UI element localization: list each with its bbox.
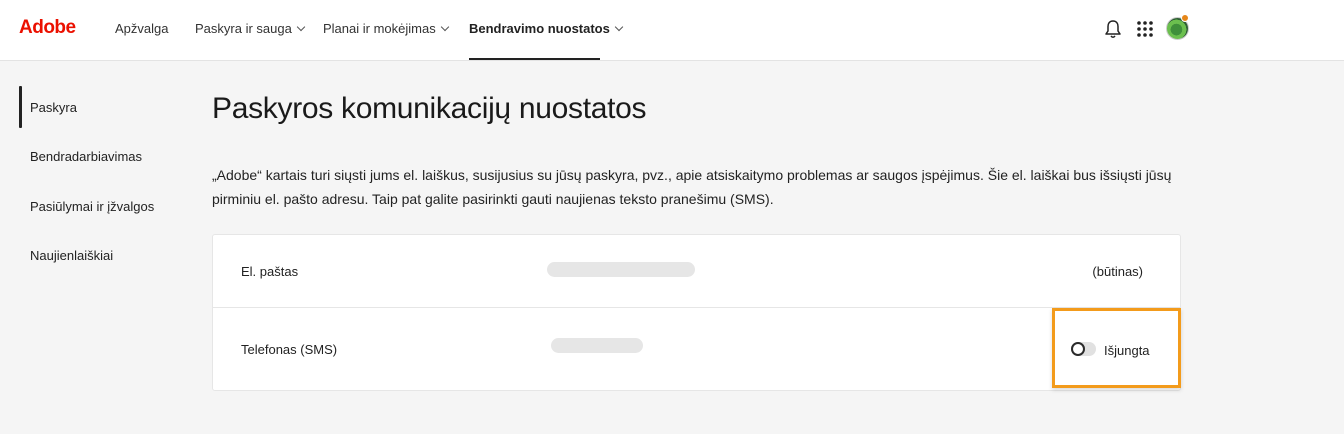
top-navigation: Adobe Apžvalga Paskyra ir sauga Planai i… bbox=[0, 0, 1344, 61]
nav-item-label: Paskyra ir sauga bbox=[195, 21, 292, 36]
page-description: „Adobe“ kartais turi siųsti jums el. lai… bbox=[212, 167, 1172, 207]
apps-grid-icon[interactable] bbox=[1137, 21, 1153, 37]
page-title: Paskyros komunikacijų nuostatos bbox=[212, 92, 647, 125]
email-required-label: (būtinas) bbox=[1092, 264, 1143, 279]
notification-dot bbox=[1181, 14, 1189, 22]
adobe-logo[interactable]: Adobe bbox=[19, 17, 76, 39]
chevron-down-icon bbox=[440, 22, 449, 32]
chevron-down-icon bbox=[296, 22, 306, 32]
nav-item-communication-preferences[interactable]: Bendravimo nuostatos bbox=[469, 21, 624, 61]
nav-item-label: Apžvalga bbox=[115, 21, 169, 36]
chevron-down-icon bbox=[614, 22, 624, 32]
active-nav-underline bbox=[469, 58, 600, 60]
nav-item-account-security[interactable]: Paskyra ir sauga bbox=[195, 21, 306, 61]
preferences-card: El. paštas (būtinas) Telefonas (SMS) Išj… bbox=[212, 234, 1181, 391]
nav-item-overview[interactable]: Apžvalga bbox=[115, 21, 168, 61]
nav-item-plans-payment[interactable]: Planai ir mokėjimas bbox=[323, 21, 449, 61]
email-row-label: El. paštas bbox=[241, 264, 299, 279]
highlight-box bbox=[1052, 308, 1181, 388]
row-divider bbox=[213, 307, 1180, 308]
sidebar-item-newsletters[interactable]: Naujienlaiškiai bbox=[30, 248, 113, 263]
nav-item-label: Bendravimo nuostatos bbox=[469, 21, 610, 36]
phone-value-placeholder bbox=[551, 338, 643, 353]
sidebar-item-account[interactable]: Paskyra bbox=[30, 100, 77, 115]
email-value-placeholder bbox=[547, 262, 695, 277]
phone-row-label: Telefonas (SMS) bbox=[241, 342, 338, 357]
sidebar-active-indicator bbox=[19, 86, 22, 128]
nav-item-label: Planai ir mokėjimas bbox=[323, 21, 436, 36]
sidebar-item-collaboration[interactable]: Bendradarbiavimas bbox=[30, 149, 142, 164]
sidebar-item-offers-insights[interactable]: Pasiūlymai ir įžvalgos bbox=[30, 199, 154, 214]
bell-icon[interactable] bbox=[1104, 19, 1122, 39]
